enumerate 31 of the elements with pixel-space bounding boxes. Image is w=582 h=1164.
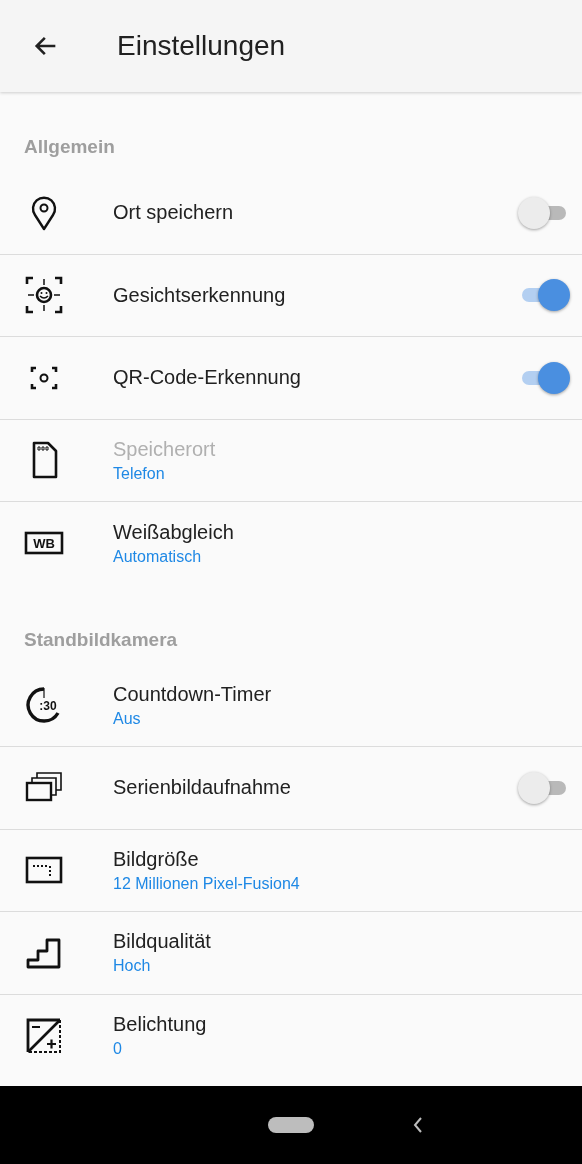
setting-title: Serienbildaufnahme: [113, 776, 292, 800]
setting-value: 0: [113, 1040, 123, 1059]
section-header: Standbildkamera: [24, 628, 178, 651]
settings-row[interactable]: :30 Countdown-Timer Aus: [0, 664, 582, 747]
face-detection-icon: [24, 275, 64, 316]
setting-title: QR-Code-Erkennung: [113, 366, 302, 390]
settings-row[interactable]: Bildqualität Hoch: [0, 912, 582, 995]
setting-title: Speicherort: [113, 437, 217, 461]
home-button[interactable]: [268, 1117, 314, 1133]
screen-title: Einstellungen: [117, 30, 286, 62]
settings-row[interactable]: WB Weißabgleich Automatisch: [0, 502, 582, 585]
setting-value: Telefon: [113, 464, 166, 483]
setting-value: Hoch: [113, 957, 152, 976]
setting-title: Countdown-Timer: [113, 682, 273, 706]
settings-row[interactable]: QR-Code-Erkennung: [0, 337, 582, 420]
settings-row[interactable]: Serienbildaufnahme: [0, 747, 582, 830]
setting-title: Bildqualität: [113, 930, 212, 954]
setting-value: 12 Millionen Pixel-Fusion4: [113, 874, 301, 893]
settings-row[interactable]: Bildgröße 12 Millionen Pixel-Fusion4: [0, 829, 582, 912]
setting-title: Bildgröße: [113, 847, 200, 871]
setting-title: Belichtung: [113, 1013, 208, 1037]
setting-title: Ort speichern: [113, 201, 235, 225]
back-icon[interactable]: [412, 1115, 424, 1135]
settings-row[interactable]: Belichtung 0: [0, 994, 582, 1077]
section-header: Allgemein: [24, 136, 115, 158]
setting-value: Aus: [113, 709, 142, 728]
setting-title: Gesichtserkennung: [113, 283, 287, 307]
settings-row[interactable]: Ort speichern: [0, 172, 582, 255]
setting-title: Weißabgleich: [113, 520, 235, 544]
settings-row[interactable]: Gesichtserkennung: [0, 254, 582, 337]
setting-value: Automatisch: [113, 547, 203, 566]
